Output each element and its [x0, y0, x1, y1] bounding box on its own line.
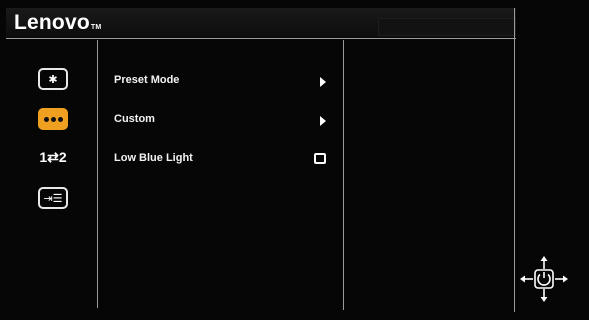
osd-header: LenovoTM — [6, 8, 516, 39]
color-dot — [43, 116, 49, 122]
brightness-contrast-icon[interactable]: ✱ — [38, 68, 68, 90]
menu-item-low-blue-light[interactable]: Low Blue Light — [114, 150, 336, 170]
low-blue-light-checkbox[interactable] — [314, 153, 326, 164]
color-dot — [57, 116, 63, 122]
sidebar-divider — [97, 40, 98, 308]
color-settings-icon[interactable] — [38, 108, 68, 130]
header-info-panel — [378, 18, 516, 36]
joystick-navigation-icon — [520, 256, 568, 302]
joystick-navigation-icon-graphic — [520, 256, 568, 302]
color-dots — [43, 116, 63, 122]
menu-item-custom[interactable]: Custom — [114, 111, 336, 131]
input-source-icon[interactable]: 1⇄2 — [32, 146, 74, 168]
brand-name: Lenovo — [14, 11, 90, 34]
submenu-arrow-icon — [320, 116, 326, 126]
menu-item-label: Custom — [114, 113, 155, 125]
trademark-mark: TM — [90, 24, 102, 31]
submenu-arrow-icon — [320, 77, 326, 87]
right-panel-divider — [514, 8, 515, 312]
brand-logo: LenovoTM — [14, 11, 101, 35]
osd-menu: LenovoTM ✱ 1⇄2 ⇥☰ Preset Mode Custom Low… — [0, 0, 589, 320]
color-dot — [50, 116, 56, 122]
menu-settings-glyph: ⇥☰ — [43, 192, 63, 205]
brightness-glyph: ✱ — [48, 73, 58, 86]
menu-divider — [343, 40, 344, 310]
menu-item-preset-mode[interactable]: Preset Mode — [114, 72, 336, 92]
header-divider — [6, 38, 516, 39]
menu-settings-icon[interactable]: ⇥☰ — [38, 187, 68, 209]
input-source-glyph: 1⇄2 — [39, 148, 67, 165]
menu-item-label: Low Blue Light — [114, 152, 193, 164]
menu-item-label: Preset Mode — [114, 74, 180, 86]
